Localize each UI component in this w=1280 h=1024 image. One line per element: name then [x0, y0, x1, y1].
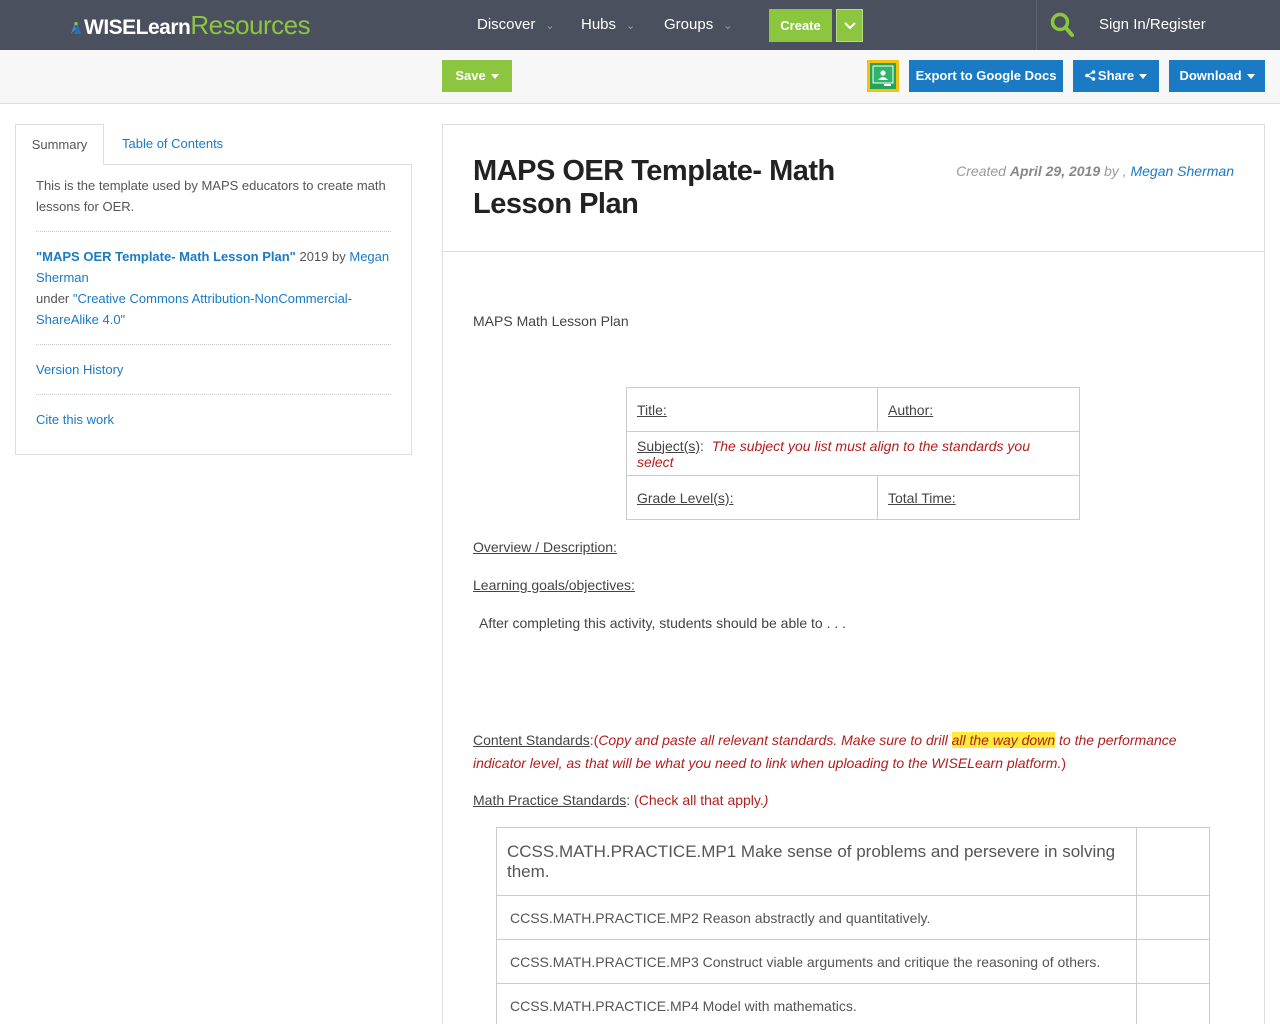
practice-standard-check-cell[interactable] [1136, 895, 1210, 940]
divider [36, 394, 391, 395]
lesson-info-table: Title: Author: Subject(s): The subject y… [626, 387, 1080, 520]
created-date: April 29, 2019 [1009, 163, 1101, 179]
top-navbar: WISELearn Resources Discover ⌄ Hubs ⌄ Grou… [0, 0, 1280, 50]
tab-table-of-contents[interactable]: Table of Contents [122, 124, 223, 164]
share-button-label: Share [1097, 68, 1135, 83]
created-meta: Created April 29, 2019 by , Megan Sherma… [956, 163, 1234, 179]
author-field-label: Author: [888, 401, 934, 418]
nav-groups-label: Groups [664, 16, 714, 33]
table-row: Title: Author: [626, 387, 1080, 432]
content-standards-highlight: all the way down [951, 732, 1056, 748]
caret-down-icon [1139, 74, 1148, 80]
search-icon[interactable] [1050, 12, 1074, 41]
sidebar-tabs: Summary Table of Contents [15, 124, 412, 165]
export-google-docs-button[interactable]: Export to Google Docs [909, 60, 1063, 92]
attribution-block: "MAPS OER Template- Math Lesson Plan" 20… [36, 246, 392, 330]
math-practice: Math Practice Standards: (Check all that… [473, 792, 768, 808]
math-practice-colon: : [626, 792, 635, 808]
nav-hubs-label: Hubs [581, 16, 617, 33]
nav-hubs[interactable]: Hubs ⌄ [581, 0, 635, 50]
practice-standard-text: CCSS.MATH.PRACTICE.MP4 Model with mathem… [496, 983, 1137, 1024]
page-title: MAPS OER Template- Math Lesson Plan [473, 155, 835, 220]
content-standards: Content Standards:(Copy and paste all re… [473, 729, 1213, 775]
create-button[interactable]: Create [769, 9, 832, 42]
math-practice-close: ) [763, 792, 769, 808]
share-button[interactable]: Share [1073, 60, 1159, 92]
math-practice-note: (Check all that apply. [634, 792, 764, 808]
nav-groups[interactable]: Groups ⌄ [664, 0, 732, 50]
logo-resources-text: Resources [190, 10, 311, 40]
practice-standard-text: CCSS.MATH.PRACTICE.MP2 Reason abstractly… [496, 895, 1137, 940]
nav-discover[interactable]: Discover ⌄ [477, 0, 555, 50]
table-cell: Subject(s): The subject you list must al… [626, 431, 1080, 476]
math-practice-label: Math Practice Standards [473, 792, 627, 808]
created-prefix: Created [956, 163, 1010, 179]
content-standards-close: ) [1061, 755, 1067, 771]
summary-panel: This is the template used by MAPS educat… [15, 164, 412, 455]
content-standards-note-a: Copy and paste all relevant standards. M… [598, 732, 952, 748]
attribution-work-link[interactable]: "MAPS OER Template- Math Lesson Plan" [36, 249, 296, 264]
practice-standards-table: CCSS.MATH.PRACTICE.MP1 Make sense of pro… [496, 827, 1210, 1024]
table-row: CCSS.MATH.PRACTICE.MP2 Reason abstractly… [496, 895, 1210, 940]
divider [36, 344, 391, 345]
save-button[interactable]: Save [442, 60, 512, 92]
table-cell: Title: [626, 387, 878, 432]
table-cell: Grade Level(s): [626, 475, 878, 520]
practice-standard-check-cell[interactable] [1136, 983, 1210, 1024]
practice-standard-check-cell[interactable] [1136, 939, 1210, 984]
chevron-down-icon: ⌄ [626, 20, 636, 32]
grade-level-field-label: Grade Level(s): [637, 489, 734, 506]
chevron-down-icon [844, 22, 856, 30]
practice-standard-text: CCSS.MATH.PRACTICE.MP1 Make sense of pro… [496, 827, 1137, 896]
caret-down-icon [490, 74, 499, 80]
attribution-under: under [36, 291, 73, 306]
logo-wise-text: WISELearn [84, 16, 191, 39]
cite-this-work-link[interactable]: Cite this work [36, 409, 392, 430]
document-heading: MAPS Math Lesson Plan [473, 313, 629, 329]
subject-colon: : [700, 437, 712, 454]
chevron-down-icon: ⌄ [545, 20, 555, 32]
table-row: Grade Level(s): Total Time: [626, 475, 1080, 520]
title-divider [443, 251, 1264, 252]
resource-content-card: MAPS OER Template- Math Lesson Plan Crea… [442, 124, 1265, 1024]
subject-field-label: Subject(s) [637, 437, 701, 454]
wiselearn-logo-icon [70, 22, 82, 34]
title-field-label: Title: [637, 401, 667, 418]
google-classroom-icon[interactable] [867, 60, 899, 92]
attribution-year-by: 2019 by [295, 249, 350, 264]
goals-text: After completing this activity, students… [479, 615, 847, 631]
practice-standard-check-cell[interactable] [1136, 827, 1210, 896]
caret-down-icon [1246, 74, 1255, 80]
download-button-label: Download [1179, 68, 1242, 83]
table-cell: Total Time: [877, 475, 1080, 520]
chevron-down-icon: ⌄ [723, 20, 733, 32]
created-by: by , [1100, 163, 1131, 179]
created-author-link[interactable]: Megan Sherman [1130, 163, 1234, 179]
action-toolbar: Save Export to Google Docs Share Downloa… [0, 50, 1280, 104]
wiselearn-logo[interactable]: WISELearn Resources [70, 10, 311, 40]
overview-label: Overview / Description: [473, 539, 617, 555]
download-button[interactable]: Download [1169, 60, 1265, 92]
divider [36, 231, 391, 232]
sign-in-register-link[interactable]: Sign In/Register [1099, 0, 1206, 50]
practice-standard-text: CCSS.MATH.PRACTICE.MP3 Construct viable … [496, 939, 1137, 984]
table-row: Subject(s): The subject you list must al… [626, 431, 1080, 476]
license-link[interactable]: "Creative Commons Attribution-NonCommerc… [36, 291, 352, 327]
table-row: CCSS.MATH.PRACTICE.MP1 Make sense of pro… [496, 827, 1210, 896]
nav-divider [1036, 0, 1037, 50]
nav-discover-label: Discover [477, 16, 536, 33]
share-icon [1085, 70, 1096, 81]
total-time-field-label: Total Time: [888, 489, 956, 506]
create-dropdown-toggle[interactable] [836, 9, 863, 42]
table-cell: Author: [877, 387, 1080, 432]
tab-summary[interactable]: Summary [15, 124, 104, 165]
content-standards-label: Content Standards [473, 732, 590, 748]
resource-description: This is the template used by MAPS educat… [36, 178, 386, 214]
table-row: CCSS.MATH.PRACTICE.MP4 Model with mathem… [496, 983, 1210, 1024]
save-button-label: Save [455, 68, 486, 83]
goals-label: Learning goals/objectives: [473, 577, 635, 593]
table-row: CCSS.MATH.PRACTICE.MP3 Construct viable … [496, 939, 1210, 984]
version-history-link[interactable]: Version History [36, 359, 392, 380]
